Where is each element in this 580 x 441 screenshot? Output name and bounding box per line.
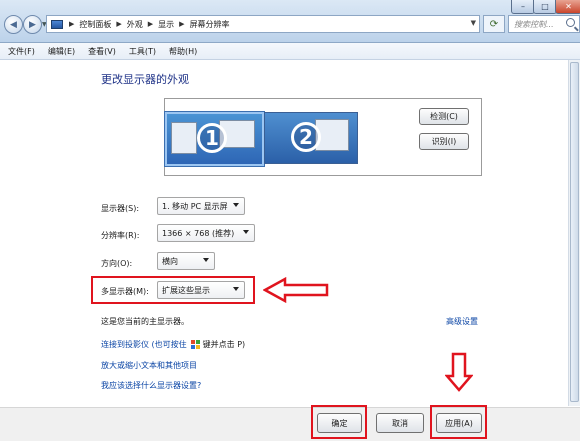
- breadcrumb-separator-icon: ▶: [179, 20, 185, 28]
- identify-button[interactable]: 识别(I): [419, 133, 469, 150]
- resolution-label: 分辨率(R):: [101, 231, 140, 240]
- back-arrow-icon: ◀: [10, 19, 17, 30]
- button-bar: [0, 407, 580, 441]
- breadcrumb-separator-icon: ▶: [147, 20, 154, 28]
- down-arrow-icon: [445, 352, 473, 392]
- search-input[interactable]: 搜索控制...: [508, 15, 580, 33]
- help-link[interactable]: 我应该选择什么显示器设置?: [101, 380, 201, 391]
- ok-button[interactable]: 确定: [317, 413, 362, 433]
- monitor-number-badge: 1: [197, 123, 227, 153]
- projector-link[interactable]: 连接到投影仪 (也可按住: [101, 339, 187, 350]
- breadcrumb-item[interactable]: 屏幕分辨率: [190, 19, 230, 30]
- chevron-down-icon: [203, 258, 209, 262]
- multi-display-select[interactable]: 扩展这些显示: [157, 281, 245, 299]
- refresh-icon: ⟳: [489, 18, 499, 30]
- advanced-settings-link[interactable]: 高级设置: [446, 316, 478, 327]
- search-icon: [566, 18, 575, 27]
- windows-logo-icon: [190, 340, 200, 349]
- monitor-number-badge: 2: [291, 122, 321, 152]
- search-placeholder: 搜索控制...: [514, 20, 554, 29]
- display-select[interactable]: 1. 移动 PC 显示屏: [157, 197, 245, 215]
- monitor-1-tile[interactable]: 1: [165, 112, 264, 166]
- breadcrumb-item[interactable]: 控制面板: [79, 19, 111, 30]
- breadcrumb-separator-icon: ▶: [116, 20, 122, 28]
- display-label: 显示器(S):: [101, 204, 140, 213]
- scrollbar[interactable]: [568, 60, 580, 406]
- orientation-label: 方向(O):: [101, 259, 133, 268]
- cancel-button[interactable]: 取消: [376, 413, 424, 433]
- breadcrumb-item[interactable]: 外观: [127, 19, 143, 30]
- orientation-select[interactable]: 横向: [157, 252, 215, 270]
- menu-view[interactable]: 查看(V): [88, 46, 116, 57]
- monitor-2-tile[interactable]: 2: [264, 112, 358, 164]
- control-panel-icon: [51, 19, 63, 29]
- text-size-link[interactable]: 放大或缩小文本和其他项目: [101, 360, 197, 371]
- close-button[interactable]: ✕: [555, 0, 580, 14]
- primary-display-text: 这是您当前的主显示器。: [101, 317, 189, 326]
- menu-help[interactable]: 帮助(H): [169, 46, 197, 57]
- page-title: 更改显示器的外观: [101, 73, 189, 86]
- address-dropdown-icon[interactable]: ▼: [471, 19, 476, 27]
- left-arrow-icon: [263, 277, 329, 303]
- back-button[interactable]: ◀: [4, 15, 23, 34]
- forward-arrow-icon: ▶: [29, 19, 36, 30]
- forward-button[interactable]: ▶: [23, 15, 42, 34]
- menu-edit[interactable]: 编辑(E): [48, 46, 75, 57]
- multi-display-label: 多显示器(M):: [101, 287, 149, 296]
- refresh-button[interactable]: ⟳: [483, 15, 505, 33]
- breadcrumb-separator-icon: ▶: [69, 20, 75, 28]
- resolution-select[interactable]: 1366 × 768 (推荐): [157, 224, 255, 242]
- projector-link-row[interactable]: 连接到投影仪 (也可按住 键并点击 P): [101, 339, 245, 350]
- chevron-down-icon: [233, 203, 239, 207]
- menu-bar: 文件(F) 编辑(E) 查看(V) 工具(T) 帮助(H): [0, 43, 580, 60]
- apply-button[interactable]: 应用(A): [436, 413, 482, 433]
- scrollbar-thumb[interactable]: [570, 62, 579, 402]
- address-bar[interactable]: ▶ 控制面板 ▶ 外观 ▶ 显示 ▶ 屏幕分辨率 ▼: [46, 15, 480, 33]
- chevron-down-icon: [243, 230, 249, 234]
- mini-window-icon: [171, 122, 197, 154]
- menu-tools[interactable]: 工具(T): [129, 46, 156, 57]
- menu-file[interactable]: 文件(F): [8, 46, 35, 57]
- projector-key-text: 键并点击 P): [202, 340, 246, 349]
- breadcrumb-item[interactable]: 显示: [158, 19, 174, 30]
- maximize-button[interactable]: □: [533, 0, 557, 14]
- detect-button[interactable]: 检测(C): [419, 108, 469, 125]
- minimize-button[interactable]: –: [511, 0, 535, 14]
- chevron-down-icon: [233, 287, 239, 291]
